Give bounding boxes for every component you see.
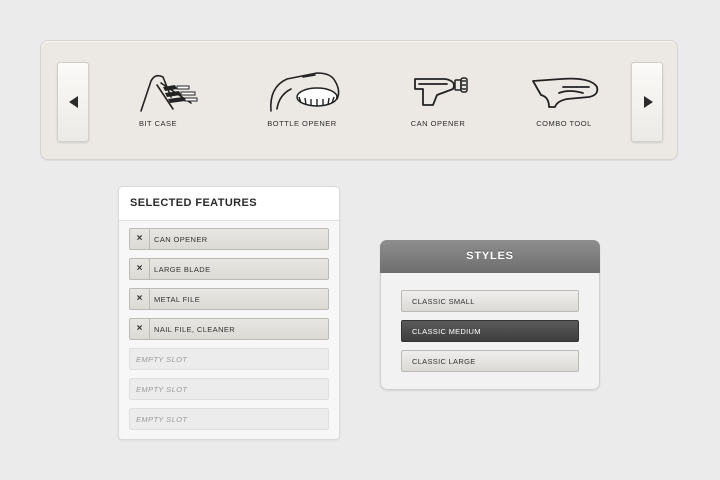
remove-icon[interactable]: × (130, 319, 150, 339)
tool-combo-tool[interactable]: COMBO TOOL (509, 61, 619, 133)
selected-features-title: SELECTED FEATURES (130, 197, 257, 209)
style-option-classic-medium[interactable]: CLASSIC MEDIUM (401, 320, 579, 342)
triangle-left-icon (69, 96, 78, 108)
style-option-classic-small[interactable]: CLASSIC SMALL (401, 290, 579, 312)
tool-bottle-opener[interactable]: BOTTLE OPENER (247, 61, 357, 133)
selected-features-panel: SELECTED FEATURES × CAN OPENER × LARGE B… (118, 186, 340, 440)
combo-tool-icon (532, 77, 599, 108)
feature-slot: × METAL FILE (129, 288, 329, 310)
feature-slot-label: METAL FILE (154, 295, 201, 304)
empty-slot[interactable]: EMPTY SLOT (129, 408, 329, 430)
style-option-label: CLASSIC LARGE (412, 357, 476, 366)
feature-slot-label: LARGE BLADE (154, 265, 211, 274)
carousel-next-button[interactable] (631, 62, 663, 142)
can-opener-icon (414, 77, 468, 106)
styles-header: STYLES (380, 240, 600, 273)
style-option-label: CLASSIC MEDIUM (412, 327, 481, 336)
carousel-prev-button[interactable] (57, 62, 89, 142)
remove-icon[interactable]: × (130, 259, 150, 279)
tool-label: COMBO TOOL (536, 119, 592, 128)
tool-label: BOTTLE OPENER (267, 119, 337, 128)
tool-label: CAN OPENER (410, 119, 466, 128)
feature-slot: × NAIL FILE, CLEANER (129, 318, 329, 340)
tool-label: BIT CASE (138, 119, 178, 128)
empty-slot[interactable]: EMPTY SLOT (129, 348, 329, 370)
selected-features-header: SELECTED FEATURES (119, 187, 339, 221)
tool-bit-case[interactable]: BIT CASE (103, 61, 213, 133)
triangle-right-icon (644, 96, 653, 108)
tool-carousel: BIT CASE BOTTLE OPENER CAN OPENER COMBO … (40, 40, 678, 160)
feature-slot: × LARGE BLADE (129, 258, 329, 280)
remove-icon[interactable]: × (130, 289, 150, 309)
bit-case-icon (140, 74, 198, 112)
style-option-label: CLASSIC SMALL (412, 297, 475, 306)
empty-slot[interactable]: EMPTY SLOT (129, 378, 329, 400)
feature-slot: × CAN OPENER (129, 228, 329, 250)
empty-slot-label: EMPTY SLOT (136, 385, 188, 394)
style-option-classic-large[interactable]: CLASSIC LARGE (401, 350, 579, 372)
empty-slot-label: EMPTY SLOT (136, 355, 188, 364)
bottle-opener-icon (270, 72, 340, 112)
styles-panel: STYLES CLASSIC SMALL CLASSIC MEDIUM CLAS… (380, 240, 600, 390)
remove-icon[interactable]: × (130, 229, 150, 249)
feature-slot-label: NAIL FILE, CLEANER (154, 325, 236, 334)
feature-slot-label: CAN OPENER (154, 235, 208, 244)
styles-title: STYLES (466, 250, 514, 262)
tool-can-opener[interactable]: CAN OPENER (383, 61, 493, 133)
empty-slot-label: EMPTY SLOT (136, 415, 188, 424)
